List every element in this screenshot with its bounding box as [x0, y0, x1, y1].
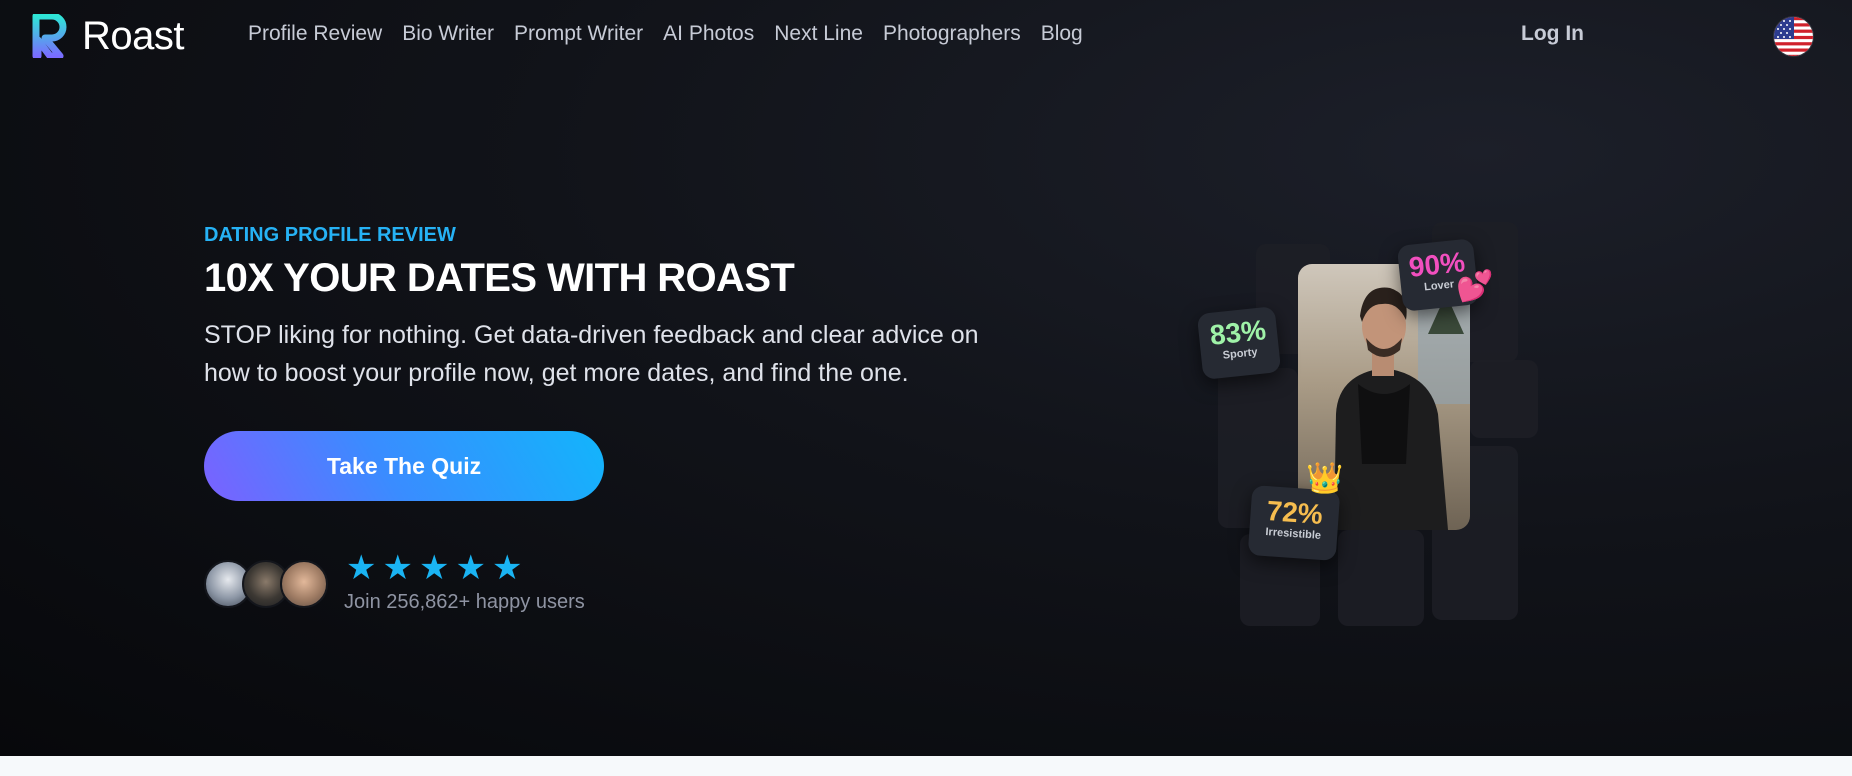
star-icon: ★	[346, 549, 377, 587]
nav-link-ai-photos[interactable]: AI Photos	[663, 22, 754, 46]
nav-link-next-line[interactable]: Next Line	[774, 22, 863, 46]
profile-collage: 90% Lover 💕 83% Sporty 72% Irresistible …	[1190, 218, 1540, 626]
star-rating: ★ ★ ★ ★ ★	[346, 550, 522, 586]
top-navigation: Roast Profile Review Bio Writer Prompt W…	[0, 0, 1852, 74]
nav-link-profile-review[interactable]: Profile Review	[248, 22, 382, 46]
sporty-score-badge: 83% Sporty	[1196, 306, 1282, 380]
hero-subtext: STOP liking for nothing. Get data-driven…	[204, 321, 979, 387]
roast-logo-icon	[32, 14, 67, 58]
nav-links: Profile Review Bio Writer Prompt Writer …	[248, 22, 1083, 46]
background-photo-tile	[1470, 360, 1538, 438]
nav-link-blog[interactable]: Blog	[1041, 22, 1083, 46]
us-flag-icon[interactable]	[1773, 16, 1814, 57]
hero-section: Roast Profile Review Bio Writer Prompt W…	[0, 0, 1852, 756]
star-icon: ★	[418, 549, 450, 587]
background-photo-tile	[1338, 530, 1424, 626]
logo[interactable]: Roast	[32, 13, 185, 58]
avatar	[280, 560, 328, 608]
brand-name: Roast	[82, 13, 185, 58]
crown-emoji-icon: 👑	[1306, 462, 1344, 495]
nav-link-photographers[interactable]: Photographers	[883, 22, 1021, 46]
hero-eyebrow: DATING PROFILE REVIEW	[204, 224, 456, 246]
take-quiz-button[interactable]: Take The Quiz	[204, 431, 604, 501]
nav-link-prompt-writer[interactable]: Prompt Writer	[514, 22, 643, 46]
irresistible-score-badge: 72% Irresistible	[1247, 485, 1341, 561]
nav-link-bio-writer[interactable]: Bio Writer	[402, 22, 494, 46]
hearts-emoji-icon: 💕	[1456, 270, 1494, 303]
star-icon: ★	[455, 549, 486, 587]
user-avatars	[204, 560, 328, 608]
star-icon: ★	[491, 549, 523, 587]
star-icon: ★	[382, 549, 413, 587]
hero-headline: 10X YOUR DATES WITH ROAST	[204, 256, 795, 300]
login-link[interactable]: Log In	[1521, 22, 1584, 46]
next-section-edge	[0, 756, 1852, 776]
social-proof-text: Join 256,862+ happy users	[344, 591, 585, 613]
